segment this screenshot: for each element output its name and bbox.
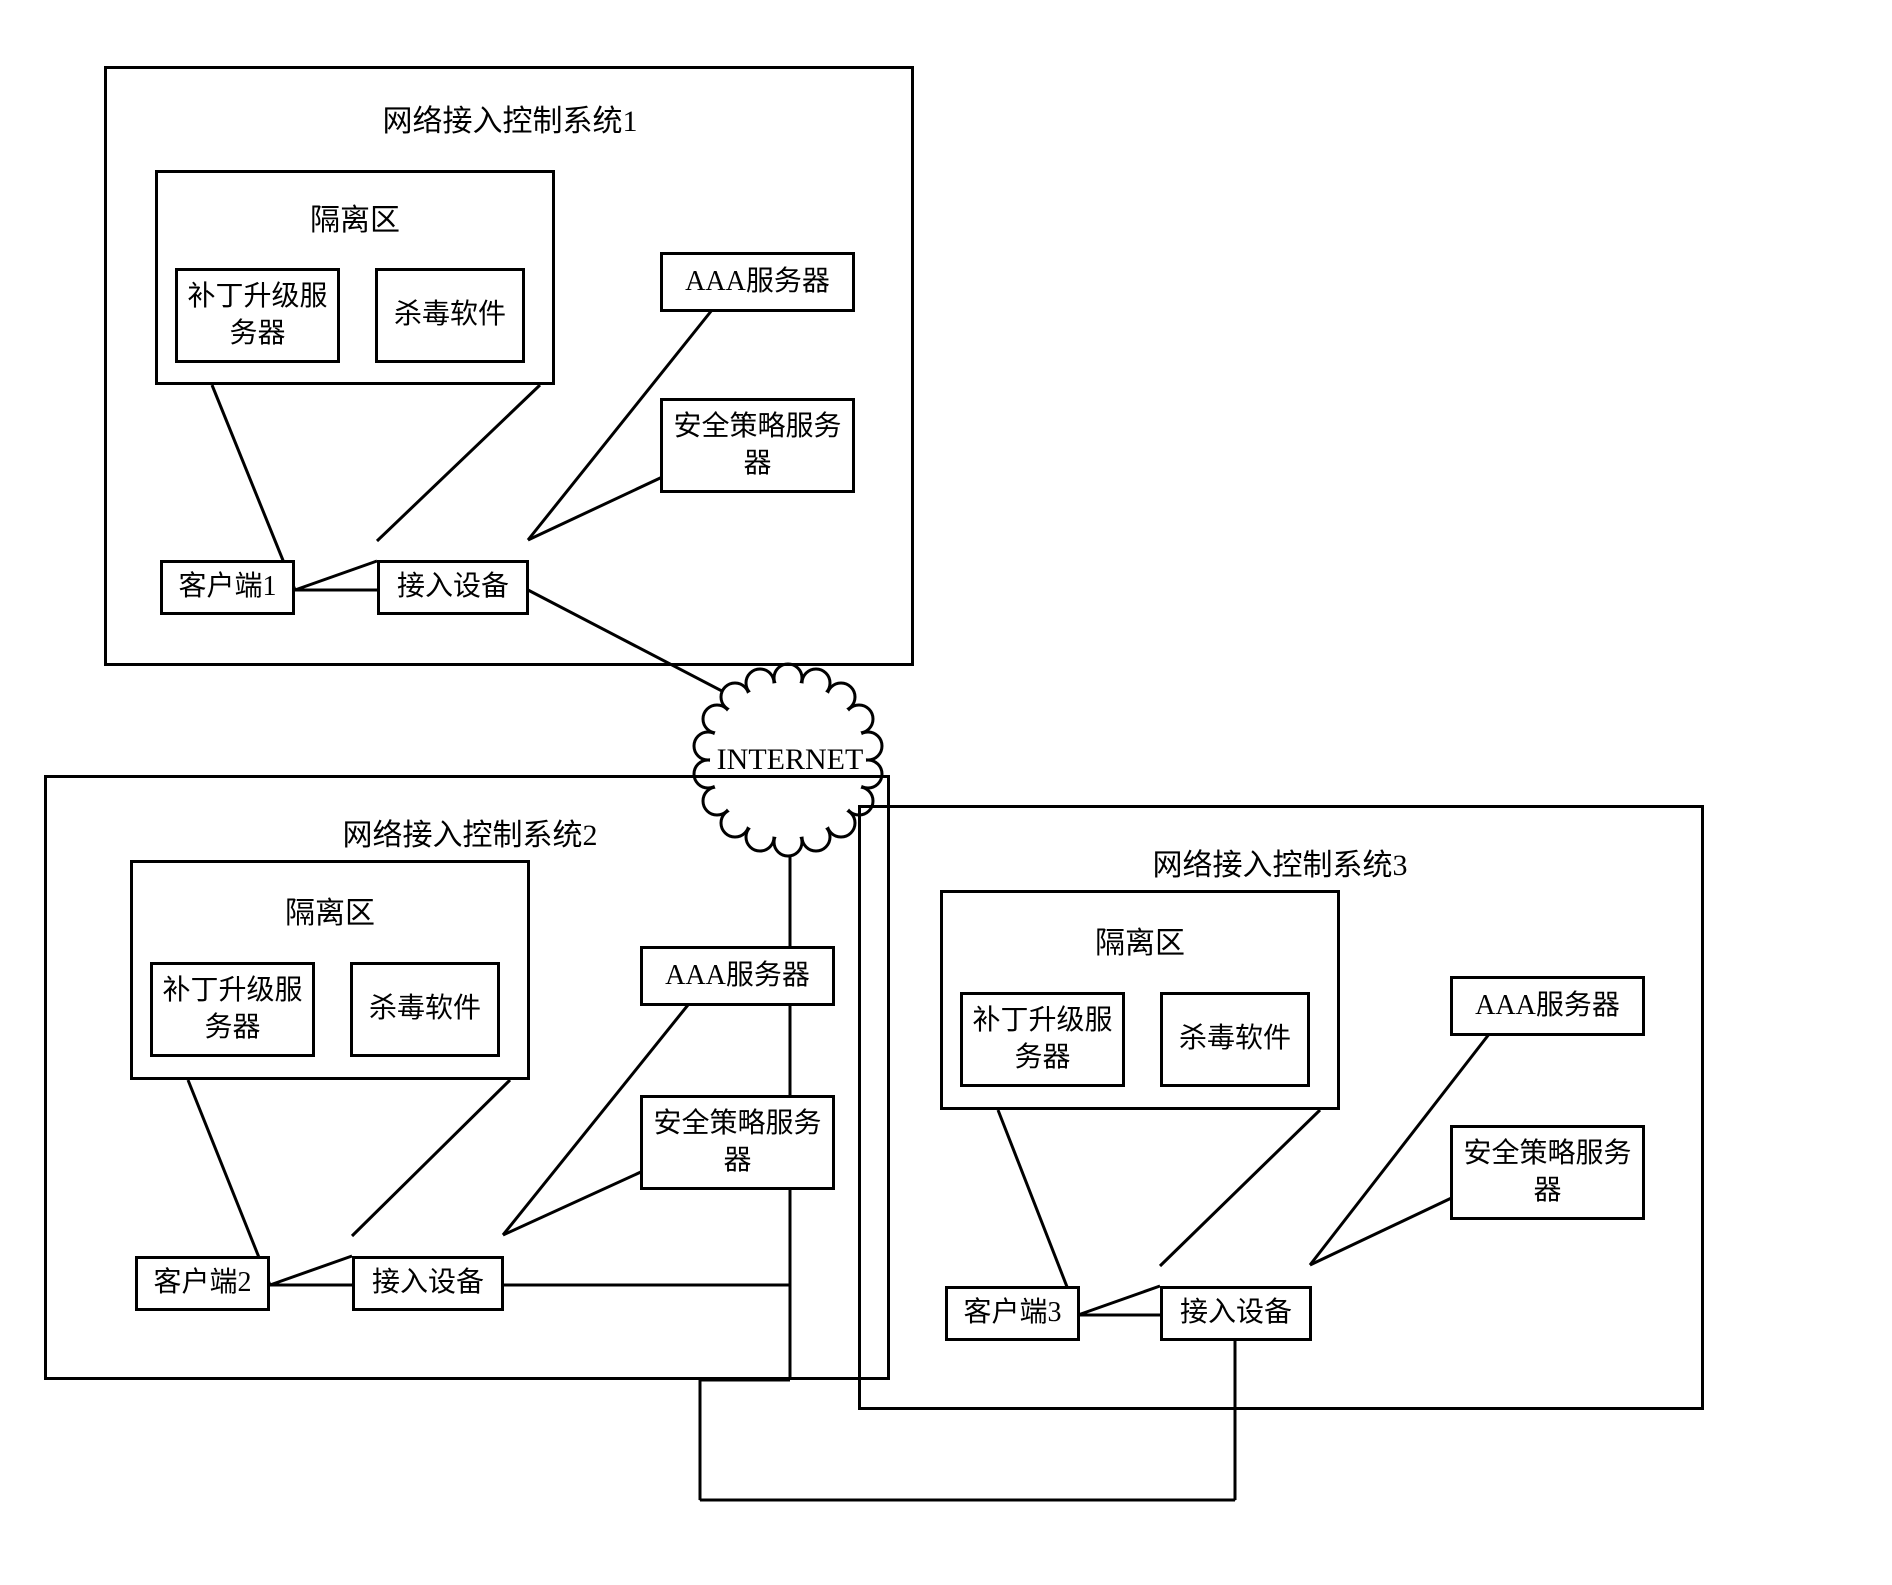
- system-3-patch-server: 补丁升级服务器: [960, 992, 1125, 1087]
- system-2-policy-label: 安全策略服务器: [647, 1106, 828, 1179]
- system-1-aaa-label: AAA服务器: [685, 264, 830, 300]
- system-3-antivirus-label: 杀毒软件: [1179, 1021, 1291, 1057]
- system-3-title: 网络接入控制系统3: [1070, 840, 1490, 884]
- system-2-policy-server: 安全策略服务器: [640, 1095, 835, 1190]
- system-2-access-device: 接入设备: [352, 1256, 504, 1311]
- system-3-antivirus: 杀毒软件: [1160, 992, 1310, 1087]
- system-3-policy-server: 安全策略服务器: [1450, 1125, 1645, 1220]
- system-2-patch-server-label: 补丁升级服务器: [157, 973, 308, 1046]
- system-2-access-label: 接入设备: [372, 1265, 484, 1301]
- system-3-client: 客户端3: [945, 1286, 1080, 1341]
- system-3-patch-server-label: 补丁升级服务器: [967, 1003, 1118, 1076]
- system-2-title: 网络接入控制系统2: [260, 810, 680, 854]
- system-1-antivirus: 杀毒软件: [375, 268, 525, 363]
- system-1-client-label: 客户端1: [178, 569, 276, 605]
- system-3-access-device: 接入设备: [1160, 1286, 1312, 1341]
- system-2-dmz-label: 隔离区: [255, 888, 405, 932]
- internet-cloud-label: INTERNET: [715, 743, 865, 777]
- system-1-access-device: 接入设备: [377, 560, 529, 615]
- system-2-client: 客户端2: [135, 1256, 270, 1311]
- system-1-dmz-label: 隔离区: [280, 195, 430, 239]
- system-3-aaa-label: AAA服务器: [1475, 988, 1620, 1024]
- system-3-policy-label: 安全策略服务器: [1457, 1136, 1638, 1209]
- system-1-aaa-server: AAA服务器: [660, 252, 855, 312]
- system-3-access-label: 接入设备: [1180, 1295, 1292, 1331]
- system-1-patch-server: 补丁升级服务器: [175, 268, 340, 363]
- system-1-access-label: 接入设备: [397, 569, 509, 605]
- system-1-patch-server-label: 补丁升级服务器: [182, 279, 333, 352]
- system-1-policy-server: 安全策略服务器: [660, 398, 855, 493]
- system-2-aaa-label: AAA服务器: [665, 958, 810, 994]
- system-2-antivirus-label: 杀毒软件: [369, 991, 481, 1027]
- system-2-patch-server: 补丁升级服务器: [150, 962, 315, 1057]
- system-1-policy-label: 安全策略服务器: [667, 409, 848, 482]
- system-2-client-label: 客户端2: [153, 1265, 251, 1301]
- system-1-title: 网络接入控制系统1: [300, 96, 720, 140]
- system-2-antivirus: 杀毒软件: [350, 962, 500, 1057]
- diagram-canvas: -719 网络接入控制系统1 隔离区 补丁升级服务器 杀毒软件 AAA服务器 安…: [0, 0, 1892, 1585]
- system-3-dmz-label: 隔离区: [1065, 918, 1215, 962]
- system-3-client-label: 客户端3: [963, 1295, 1061, 1331]
- system-3-aaa-server: AAA服务器: [1450, 976, 1645, 1036]
- system-1-client: 客户端1: [160, 560, 295, 615]
- system-2-aaa-server: AAA服务器: [640, 946, 835, 1006]
- system-1-antivirus-label: 杀毒软件: [394, 297, 506, 333]
